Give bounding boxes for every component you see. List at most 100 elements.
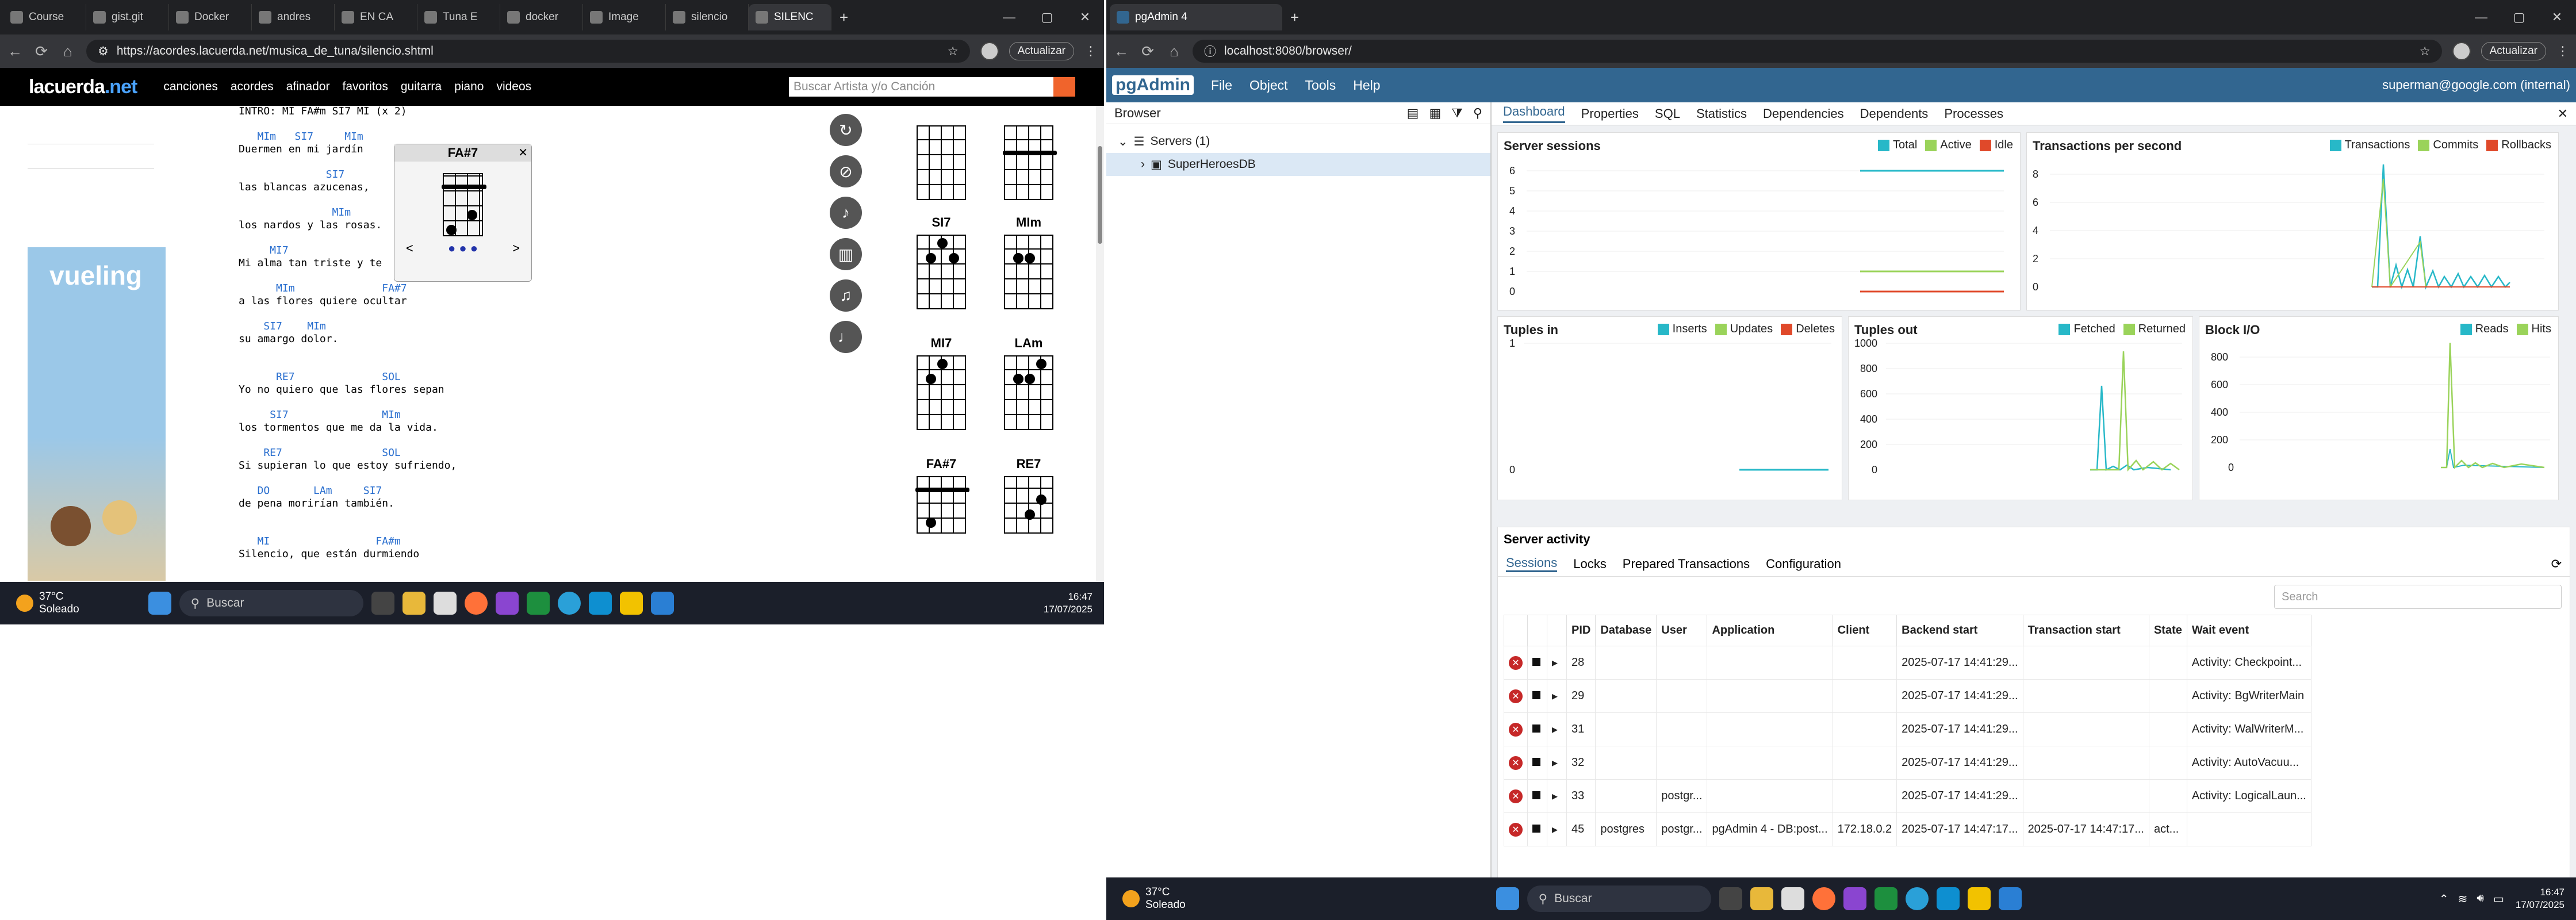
chord-line[interactable]: MIm FA#7 [239, 282, 457, 295]
browser-tab[interactable]: Course [3, 4, 86, 30]
site-info-icon[interactable]: ⓘ [1204, 43, 1216, 60]
tab-dependents[interactable]: Dependents [1860, 106, 1929, 121]
col-header[interactable]: Transaction start [2022, 615, 2149, 646]
warning-icon[interactable] [619, 592, 643, 615]
tab-sessions[interactable]: Sessions [1506, 555, 1558, 572]
browser-tab[interactable]: Docker [169, 4, 252, 30]
table-row[interactable]: ✕ ▸ 28 2025-07-17 14:41:29... Activity: Chec… [1504, 646, 2312, 680]
reload-icon[interactable]: ⟳ [33, 43, 49, 60]
refresh-icon[interactable]: ⟳ [2551, 557, 2562, 572]
back-icon[interactable]: ← [7, 43, 23, 60]
query-tool-icon[interactable]: ▤ [1407, 106, 1419, 121]
file-explorer-icon[interactable] [402, 592, 425, 615]
warning-icon[interactable] [1967, 887, 1991, 910]
nav-link[interactable]: afinador [286, 80, 330, 94]
terminate-icon[interactable]: ✕ [1509, 656, 1523, 670]
taskbar-search[interactable]: ⚲ Buscar [1527, 885, 1711, 912]
minimize-icon[interactable]: — [990, 10, 1028, 25]
browser-tab[interactable]: Image [583, 4, 666, 30]
taskbar-clock[interactable]: 16:47 17/07/2025 [2516, 886, 2564, 911]
site-search-input[interactable]: Buscar Artista y/o Canción [789, 77, 1053, 97]
next-chord-icon[interactable]: > [512, 241, 520, 256]
app-icon[interactable] [1936, 887, 1960, 910]
file-explorer-icon[interactable] [1750, 887, 1773, 910]
store-icon[interactable] [433, 592, 457, 615]
browser-tab[interactable]: SILENC [749, 4, 831, 30]
col-header[interactable]: Wait event [2186, 615, 2312, 646]
close-icon[interactable]: ✕ [2538, 10, 2576, 25]
prev-chord-icon[interactable]: < [406, 241, 413, 256]
chord-line[interactable]: RE7 SOL [239, 447, 457, 459]
chevron-right-icon[interactable]: › [1141, 158, 1145, 171]
home-icon[interactable]: ⌂ [60, 43, 76, 60]
wifi-icon[interactable]: ≋ [2458, 892, 2468, 906]
user-menu[interactable]: superman@google.com (internal) [2382, 78, 2570, 93]
nav-link[interactable]: acordes [231, 80, 274, 94]
expand-row-icon[interactable]: ▸ [1552, 657, 1558, 669]
nav-link[interactable]: canciones [163, 80, 218, 94]
taskbar-clock[interactable]: 16:47 17/07/2025 [1044, 591, 1092, 616]
col-header[interactable]: Application [1707, 615, 1833, 646]
cancel-query-icon[interactable] [1532, 758, 1540, 766]
menu-dots-icon[interactable]: ⋮ [2556, 44, 2569, 59]
menu-object[interactable]: Object [1249, 78, 1287, 93]
table-row[interactable]: ✕ ▸ 31 2025-07-17 14:41:29... Activity: WalW… [1504, 712, 2312, 746]
terminate-icon[interactable]: ✕ [1509, 689, 1523, 703]
col-header[interactable]: User [1656, 615, 1708, 646]
page-scrollbar[interactable] [1096, 106, 1104, 582]
browser-tab[interactable]: gist.git [86, 4, 169, 30]
filter-icon[interactable]: ⧩ [1451, 106, 1463, 121]
xbox-icon[interactable] [526, 592, 550, 615]
search-icon[interactable]: ⚲ [1473, 106, 1482, 121]
url-field[interactable]: ⚙ https://acordes.lacuerda.net/musica_de… [86, 40, 970, 63]
chord-box[interactable]: LAm [1004, 336, 1053, 430]
nav-link[interactable]: favoritos [342, 80, 388, 94]
app-icon[interactable] [1843, 887, 1866, 910]
chevron-up-icon[interactable]: ⌃ [2439, 892, 2449, 906]
chord-line[interactable]: MI FA#m [239, 535, 457, 548]
activity-search-input[interactable]: Search [2274, 585, 2562, 609]
cancel-query-icon[interactable] [1532, 691, 1540, 699]
menu-help[interactable]: Help [1353, 78, 1380, 93]
chord-box[interactable]: MI7 [917, 336, 966, 430]
terminate-icon[interactable]: ✕ [1509, 822, 1523, 837]
start-icon[interactable] [148, 592, 171, 615]
edge-icon[interactable] [1905, 887, 1929, 910]
site-logo[interactable]: lacuerda.net [29, 76, 137, 98]
expand-row-icon[interactable]: ▸ [1552, 823, 1558, 836]
close-icon[interactable]: ✕ [2558, 106, 2576, 121]
browser-tab[interactable]: EN CA [335, 4, 417, 30]
search-button[interactable] [1053, 77, 1075, 97]
app-icon[interactable] [495, 592, 519, 615]
weather-widget[interactable]: 37°C Soleado [16, 591, 79, 616]
firefox-icon[interactable] [1812, 887, 1835, 910]
menu-tools[interactable]: Tools [1305, 78, 1336, 93]
minimize-icon[interactable]: — [2462, 10, 2500, 25]
chord-box[interactable]: RE7 [1004, 457, 1053, 534]
maximize-icon[interactable]: ▢ [1028, 10, 1066, 25]
browser-tab[interactable]: andres [252, 4, 335, 30]
col-header[interactable]: Client [1832, 615, 1897, 646]
profile-avatar[interactable] [980, 42, 999, 60]
site-info-icon[interactable]: ⚙ [98, 44, 109, 59]
weather-widget[interactable]: 37°C Soleado [1122, 886, 1186, 911]
autoscroll-icon[interactable]: ↻ [830, 114, 862, 146]
tab-processes[interactable]: Processes [1944, 106, 2003, 121]
expand-row-icon[interactable]: ▸ [1552, 723, 1558, 736]
reload-icon[interactable]: ⟳ [1140, 43, 1156, 60]
xbox-icon[interactable] [1874, 887, 1897, 910]
col-header[interactable]: Database [1595, 615, 1657, 646]
tree-node-server[interactable]: › ▣ SuperHeroesDB [1106, 153, 1490, 176]
taskbar-search[interactable]: ⚲ Buscar [179, 590, 363, 616]
ukulele-icon[interactable]: ♫ [830, 279, 862, 312]
hide-chords-icon[interactable]: ⊘ [830, 155, 862, 187]
tab-properties[interactable]: Properties [1581, 106, 1639, 121]
menu-file[interactable]: File [1211, 78, 1232, 93]
cancel-query-icon[interactable] [1532, 658, 1540, 666]
terminate-icon[interactable]: ✕ [1509, 756, 1523, 770]
table-row[interactable]: ✕ ▸ 29 2025-07-17 14:41:29... Activity: BgWr… [1504, 679, 2312, 713]
profile-avatar[interactable] [2452, 42, 2471, 60]
vscode-icon[interactable] [650, 592, 674, 615]
scrollbar-thumb[interactable] [1098, 146, 1102, 244]
guitar-icon[interactable]: ♪ [830, 197, 862, 229]
